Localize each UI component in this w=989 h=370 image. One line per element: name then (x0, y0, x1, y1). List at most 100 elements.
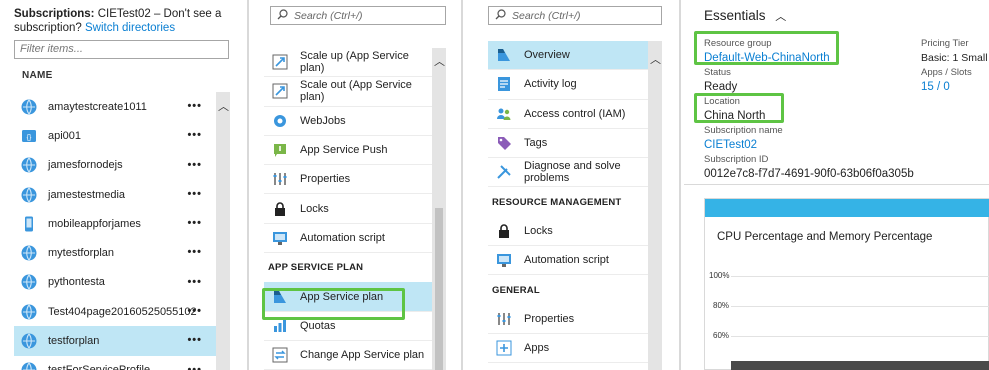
essentials-header[interactable]: Essentials ︿ (704, 8, 786, 24)
location-highlight (694, 93, 784, 123)
gridline (731, 336, 989, 337)
web-app-icon (20, 186, 38, 204)
chart-title: CPU Percentage and Memory Percentage (717, 231, 933, 243)
app-list: amaytestcreate1011 •••{} api001 ••• jamesfor… (14, 92, 216, 370)
app-list-scrollbar[interactable]: ︿ (216, 92, 230, 370)
web-app-icon (20, 244, 38, 262)
cpu-memory-chart-card[interactable]: CPU Percentage and Memory Percentage 100… (704, 198, 989, 370)
subscription-name-link[interactable]: CIETest02 (704, 138, 783, 152)
list-item[interactable]: jamesfornodejs ••• (14, 151, 216, 180)
chart-area-bar (731, 361, 989, 370)
more-options-button[interactable]: ••• (187, 276, 202, 288)
menu-item[interactable]: Diagnose and solve problems (488, 158, 648, 188)
app-name: testforplan (48, 335, 100, 348)
menu-item[interactable]: Access control (IAM) (488, 100, 648, 129)
more-options-button[interactable]: ••• (187, 159, 202, 171)
section-header: GENERAL (492, 284, 540, 296)
chevron-up-icon[interactable]: ︿ (775, 11, 786, 23)
more-options-button[interactable]: ••• (187, 129, 202, 141)
mobile-app-icon (20, 215, 38, 233)
menu-item[interactable]: Properties (488, 305, 648, 334)
iam-icon (496, 106, 512, 122)
app-service-plan-highlight (262, 288, 405, 320)
menu-item[interactable]: Tags (488, 129, 648, 159)
menu-item[interactable]: Locks (488, 217, 648, 247)
menu-item-label: Quotas (300, 319, 336, 332)
settings-search-input[interactable]: Search (Ctrl+/) (270, 6, 446, 25)
more-options-button[interactable]: ••• (187, 100, 202, 112)
menu-item[interactable]: Overview (488, 41, 648, 71)
apps-slots-link[interactable]: 15 / 0 (921, 80, 972, 94)
plan-overview-blade: Essentials ︿ Resource group Default-Web-… (684, 0, 989, 370)
list-item[interactable]: pythontesta ••• (14, 268, 216, 297)
status-value: Ready (704, 81, 738, 93)
y-tick-label: 80% (713, 301, 730, 310)
menu-item[interactable]: Scale out (App Service plan) (264, 77, 432, 107)
plan-menu-scrollbar[interactable]: ︿ (648, 41, 662, 370)
list-item[interactable]: Test404page20160525055102 ••• (14, 297, 216, 326)
settings-menu-scrollbar[interactable]: ︿ (432, 48, 446, 370)
subscription-id-label: Subscription ID (704, 154, 769, 165)
blade-divider (679, 0, 681, 370)
list-item[interactable]: {} api001 ••• (14, 121, 216, 150)
scroll-up-arrow-icon[interactable]: ︿ (218, 98, 229, 114)
menu-item[interactable]: Automation script (488, 246, 648, 276)
switch-directories-link[interactable]: Switch directories (85, 22, 175, 34)
blade-divider (461, 0, 463, 370)
activity-log-icon (496, 76, 512, 92)
apps-slots-label: Apps / Slots (921, 67, 972, 78)
menu-item[interactable]: App Service Push (264, 136, 432, 166)
automation-icon (272, 230, 288, 246)
menu-item[interactable]: Activity log (488, 70, 648, 100)
menu-item[interactable]: Change App Service plan (264, 341, 432, 370)
filter-input[interactable]: Filter items... (14, 40, 229, 59)
list-item[interactable]: mobileappforjames ••• (14, 209, 216, 238)
apps-slots-field: Apps / Slots 15 / 0 (921, 66, 972, 94)
menu-item-label: Locks (300, 202, 329, 215)
app-name: mytestforplan (48, 247, 115, 260)
name-column-header[interactable]: NAME (22, 70, 53, 81)
plan-menu-blade: Search (Ctrl+/) Overview Activity log Acce… (466, 0, 678, 370)
plan-search-input[interactable]: Search (Ctrl+/) (488, 6, 662, 25)
menu-item-label: Diagnose and solve problems (524, 160, 621, 185)
menu-item[interactable]: Properties (264, 165, 432, 195)
blade-divider (247, 0, 249, 370)
svg-text:{}: {} (27, 134, 32, 141)
y-tick-label: 100% (709, 271, 730, 280)
more-options-button[interactable]: ••• (187, 305, 202, 317)
menu-item[interactable]: Scale up (App Service plan) (264, 48, 432, 78)
status-field: Status Ready (704, 66, 737, 94)
search-icon (277, 8, 288, 23)
settings-menu: Scale up (App Service plan) Scale out (Ap… (264, 48, 432, 370)
menu-item[interactable]: Automation script (264, 224, 432, 254)
app-name: pythontesta (48, 276, 105, 289)
menu-item[interactable]: Apps (488, 334, 648, 364)
more-options-button[interactable]: ••• (187, 217, 202, 229)
list-item[interactable]: testForServiceProfile ••• (14, 356, 216, 370)
app-name: testForServiceProfile (48, 364, 150, 370)
tag-icon (496, 135, 512, 151)
resource-group-highlight (694, 31, 839, 65)
more-options-button[interactable]: ••• (187, 334, 202, 346)
scroll-up-arrow-icon[interactable]: ︿ (650, 51, 661, 67)
scroll-up-arrow-icon[interactable]: ︿ (434, 53, 445, 69)
more-options-button[interactable]: ••• (187, 246, 202, 258)
more-options-button[interactable]: ••• (187, 364, 202, 370)
menu-item[interactable]: Locks (264, 194, 432, 224)
list-item[interactable]: amaytestcreate1011 ••• (14, 92, 216, 121)
list-item[interactable]: mytestforplan ••• (14, 238, 216, 267)
list-item[interactable]: jamestestmedia ••• (14, 180, 216, 209)
menu-item-label: Change App Service plan (300, 349, 425, 362)
list-item[interactable]: testforplan ••• (14, 326, 216, 356)
push-icon (272, 142, 288, 158)
menu-item-label: Apps (524, 342, 550, 355)
app-name: api001 (48, 129, 82, 142)
menu-item-label: Access control (IAM) (524, 107, 626, 120)
subscription-info: Subscriptions: CIETest02 – Don't see a s… (14, 7, 234, 35)
menu-item[interactable]: WebJobs (264, 107, 432, 136)
subscription-id-value: 0012e7c8-f7d7-4691-90f0-63b06f0a305b (704, 168, 914, 180)
subscription-name-label: Subscription name (704, 125, 783, 136)
more-options-button[interactable]: ••• (187, 188, 202, 200)
scrollbar-thumb[interactable] (435, 208, 443, 370)
menu-item-label: Locks (524, 224, 553, 237)
